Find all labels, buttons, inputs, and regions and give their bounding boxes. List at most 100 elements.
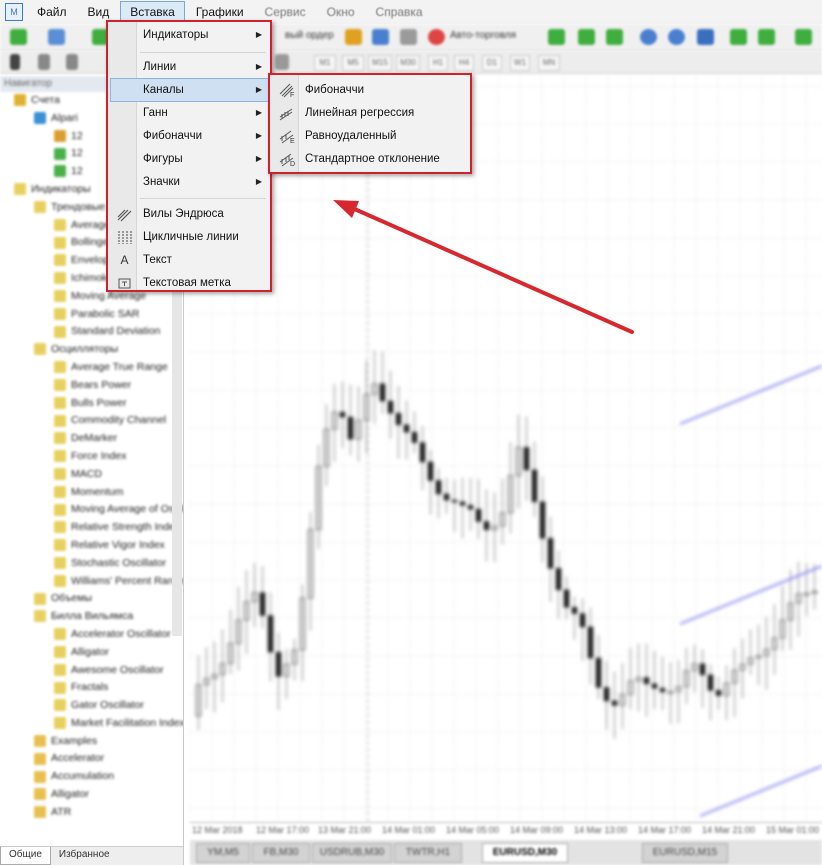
cursor-icon[interactable] (10, 54, 20, 70)
indicator-icon (54, 450, 66, 463)
tree-indicator[interactable]: Bears Power (0, 377, 183, 395)
menu-item-gann[interactable]: Ганн ▶ (111, 102, 268, 124)
tree-indicator[interactable]: Market Facilitation Index (0, 715, 183, 733)
line-chart-icon[interactable] (606, 29, 623, 45)
tree-indicator[interactable]: Accelerator Oscillator (0, 626, 183, 644)
tree-indicator[interactable]: MACD (0, 466, 183, 484)
indicator-icon (54, 521, 66, 534)
timeframe-d1[interactable]: D1 (482, 55, 502, 71)
tile-windows-icon[interactable] (697, 29, 714, 45)
terminal-icon[interactable] (372, 29, 389, 45)
new-chart-icon[interactable] (10, 29, 27, 45)
autoscroll-icon[interactable] (758, 29, 775, 45)
tree-custom-indicator[interactable]: ATR (0, 804, 183, 822)
tree-indicator[interactable]: Stochastic Oscillator (0, 555, 183, 573)
tree-volumes[interactable]: Объемы (0, 590, 183, 608)
tree-custom-indicator[interactable]: Accelerator (0, 750, 183, 768)
tree-indicator[interactable]: Awesome Oscillator (0, 662, 183, 680)
chart-tab[interactable]: YM,M5 (196, 843, 250, 863)
timeframe-m1[interactable]: M1 (314, 55, 336, 71)
menu-item-cycle-lines[interactable]: Цикличные линии (111, 226, 268, 248)
folder-icon (34, 201, 46, 213)
tree-bill-williams[interactable]: Билла Вильямса (0, 608, 183, 626)
chart-tabs: YM,M5 FB,M30 USDRUB,M30 TWTR,H1 EURUSD,M… (190, 840, 822, 865)
channel-equidistant[interactable]: E Равноудаленный (273, 125, 469, 147)
timeframe-h1[interactable]: H1 (428, 55, 448, 71)
tree-indicator[interactable]: Bulls Power (0, 395, 183, 413)
menu-item-arrows[interactable]: Значки ▶ (111, 171, 268, 193)
chart-tab[interactable]: EURUSD,M15 (642, 843, 728, 863)
timeframe-mn[interactable]: MN (538, 55, 560, 71)
menu-file[interactable]: Файл (27, 1, 77, 23)
tree-indicator[interactable]: DeMarker (0, 430, 183, 448)
tree-custom-indicator[interactable]: Accumulation (0, 768, 183, 786)
tree-indicator[interactable]: Moving Average of Oscillator (0, 501, 183, 519)
tree-indicator[interactable]: Parabolic SAR (0, 306, 183, 324)
timeframe-h4[interactable]: H4 (454, 55, 474, 71)
tree-indicator[interactable]: Williams' Percent Range (0, 573, 183, 591)
metaeditor-icon[interactable] (345, 29, 362, 45)
tree-indicator[interactable]: Gator Oscillator (0, 697, 183, 715)
candle-body (691, 663, 698, 671)
tree-indicator[interactable]: Average True Range (0, 359, 183, 377)
tree-indicator[interactable]: Momentum (0, 484, 183, 502)
timeframe-m15[interactable]: M15 (368, 55, 392, 71)
icon-letter: D (290, 161, 296, 168)
candle-body (715, 690, 722, 696)
menu-item-text[interactable]: A Текст (111, 249, 268, 271)
time-axis-label: 14 Mar 17:00 (638, 825, 692, 835)
candle-body (539, 501, 546, 539)
indicator-icon (54, 503, 66, 516)
channel-std-deviation[interactable]: D Стандартное отклонение (273, 148, 469, 170)
menu-help[interactable]: Справка (366, 1, 433, 23)
tree-examples[interactable]: Examples (0, 733, 183, 751)
timeframe-w1[interactable]: W1 (510, 55, 530, 71)
tree-indicator[interactable]: Alligator (0, 644, 183, 662)
tree-indicator[interactable]: Relative Strength Index (0, 519, 183, 537)
chart-tab[interactable]: USDRUB,M30 (312, 843, 392, 863)
candle-body (211, 674, 218, 679)
chart-tab[interactable]: TWTR,H1 (394, 843, 462, 863)
cycle-lines-icon (118, 231, 132, 244)
tree-indicator[interactable]: Standard Deviation (0, 323, 183, 341)
chart-tab[interactable]: FB,M30 (252, 843, 310, 863)
menu-item-shapes[interactable]: Фигуры ▶ (111, 148, 268, 170)
submenu-arrow-icon: ▶ (255, 30, 262, 39)
tree-indicator[interactable]: Commodity Channel (0, 412, 183, 430)
tab-favorites[interactable]: Избранное (51, 847, 118, 865)
tree-indicator[interactable]: Force Index (0, 448, 183, 466)
menu-item-andrews-pitchfork[interactable]: Вилы Эндрюса (111, 203, 268, 225)
tree-indicator[interactable]: Fractals (0, 679, 183, 697)
indicator-icon (54, 717, 66, 730)
menu-window[interactable]: Окно (317, 1, 365, 23)
crosshair-icon[interactable] (38, 54, 50, 70)
indicators-list-icon[interactable] (795, 29, 812, 45)
bar-chart-icon[interactable] (548, 29, 565, 45)
chart-tab-active[interactable]: EURUSD,M30 (482, 843, 568, 863)
timeframe-m5[interactable]: M5 (342, 55, 364, 71)
autotrading-icon[interactable] (428, 29, 445, 45)
menu-item-text-label[interactable]: Текстовая метка (111, 272, 268, 294)
tree-indicator[interactable]: Relative Vigor Index (0, 537, 183, 555)
tree-custom-indicator[interactable]: Alligator (0, 786, 183, 804)
candlestick-icon[interactable] (578, 29, 595, 45)
vertical-line-icon[interactable] (66, 54, 78, 70)
price-chart[interactable] (190, 76, 822, 822)
zoom-out-icon[interactable] (668, 29, 685, 45)
channel-fibonacci[interactable]: F Фибоначчи (273, 79, 469, 101)
menu-item-fibonacci[interactable]: Фибоначчи ▶ (111, 125, 268, 147)
tab-common[interactable]: Общие (0, 847, 51, 865)
tester-icon[interactable] (400, 29, 417, 45)
menu-item-channels[interactable]: Каналы ▶ (110, 78, 269, 102)
chart-shift-icon[interactable] (730, 29, 747, 45)
new-order-button[interactable]: вый ордер (285, 30, 334, 41)
zoom-in-icon[interactable] (640, 29, 657, 45)
channel-linear-regression[interactable]: Линейная регрессия (273, 102, 469, 124)
profiles-icon[interactable] (48, 29, 65, 45)
menu-item-indicators[interactable]: Индикаторы ▶ (111, 24, 268, 46)
autotrading-button[interactable]: Авто-торговля (450, 30, 516, 41)
tree-oscillators[interactable]: Осцилляторы (0, 341, 183, 359)
draw-tools-icon[interactable] (275, 54, 289, 70)
timeframe-m30[interactable]: M30 (396, 55, 420, 71)
menu-item-lines[interactable]: Линии ▶ (111, 56, 268, 78)
